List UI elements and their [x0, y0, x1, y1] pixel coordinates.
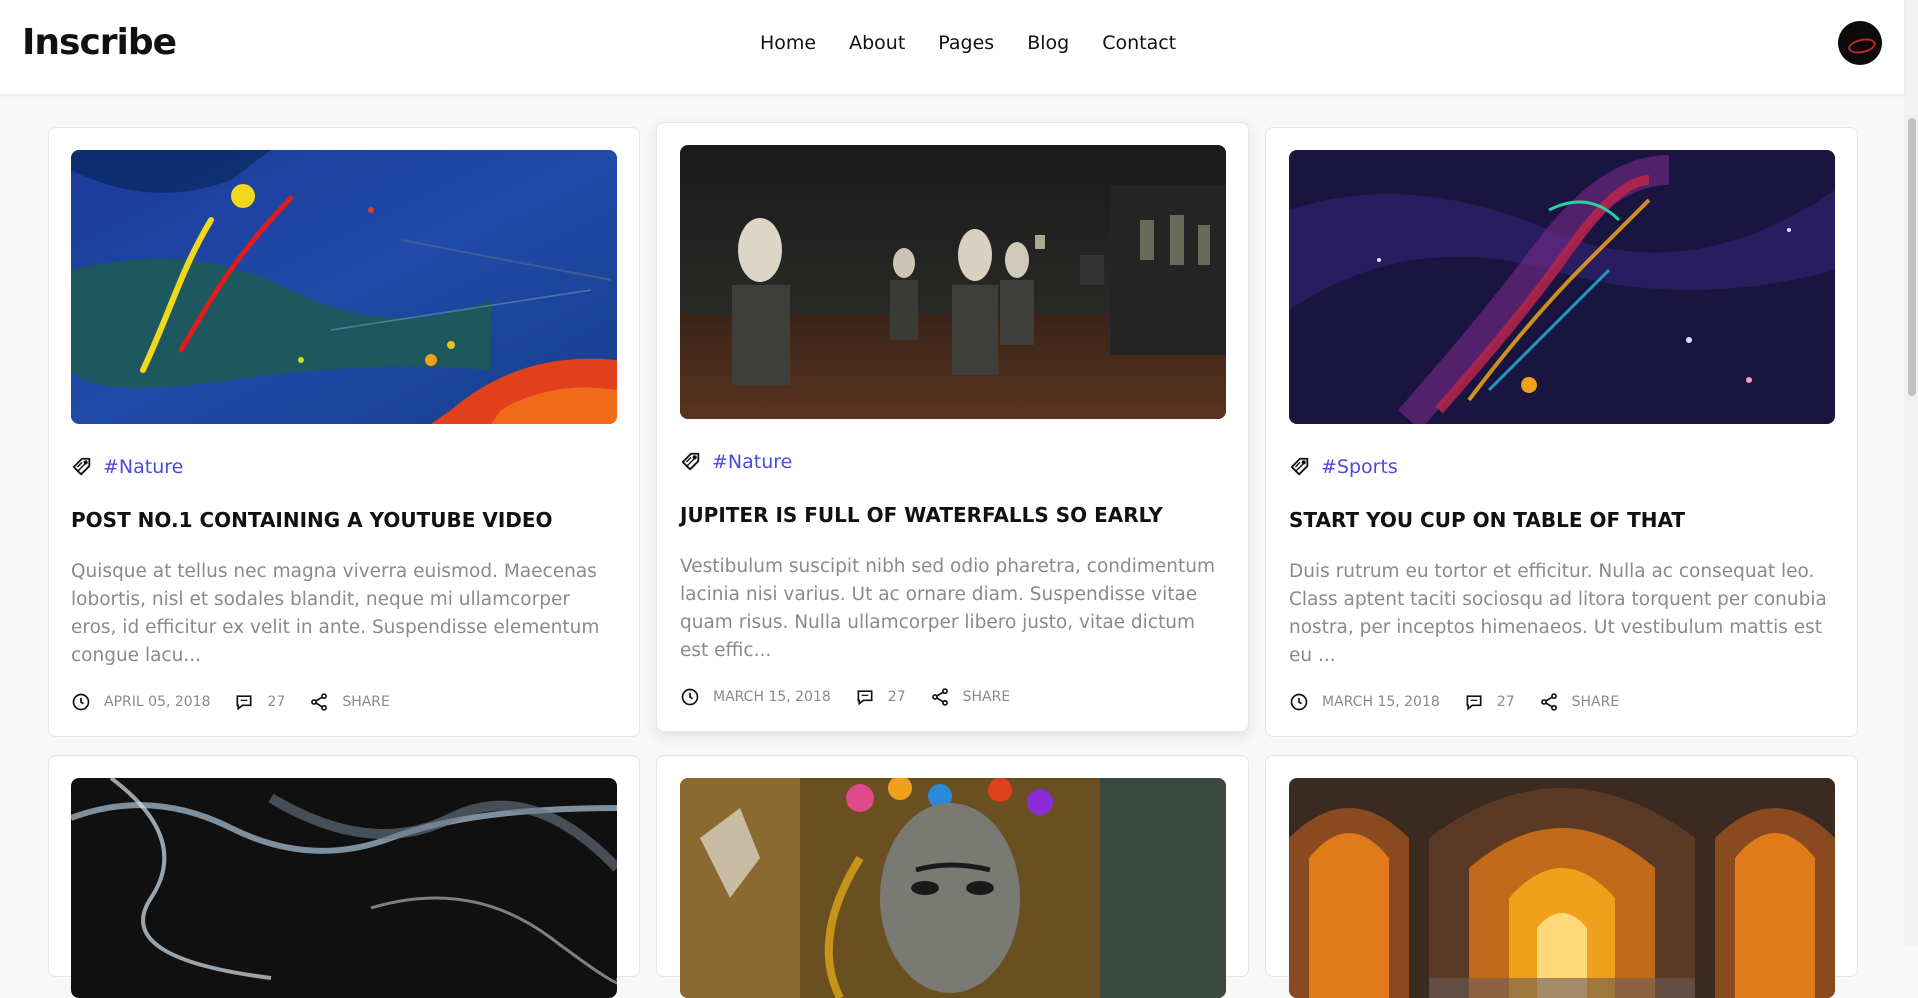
- nav-contact[interactable]: Contact: [1102, 32, 1176, 54]
- post-tag[interactable]: #Nature: [712, 451, 792, 473]
- comment-icon: [857, 690, 873, 706]
- tag-icon: [681, 452, 700, 471]
- post-image[interactable]: [680, 145, 1226, 419]
- share-icon: [311, 693, 328, 711]
- nav-pages[interactable]: Pages: [938, 32, 994, 54]
- post-image[interactable]: [1289, 150, 1835, 424]
- share-link[interactable]: SHARE: [963, 689, 1011, 705]
- post-card: [48, 755, 640, 998]
- tag-icon: [72, 457, 91, 476]
- post-tag[interactable]: #Sports: [1321, 456, 1398, 478]
- nav-about[interactable]: About: [849, 32, 905, 54]
- post-excerpt: Quisque at tellus nec magna viverra euis…: [71, 561, 600, 666]
- post-excerpt: Duis rutrum eu tortor et efficitur. Null…: [1289, 561, 1827, 666]
- clock-icon: [1290, 693, 1308, 711]
- post-image[interactable]: [71, 778, 617, 998]
- comment-count[interactable]: 27: [888, 689, 906, 705]
- nav-home[interactable]: Home: [760, 32, 816, 54]
- post-date: MARCH 15, 2018: [1322, 694, 1440, 710]
- post-date: MARCH 15, 2018: [713, 689, 831, 705]
- main-nav: Home About Pages Blog Contact: [760, 32, 1209, 54]
- post-title[interactable]: START YOU CUP ON TABLE OF THAT: [1289, 508, 1685, 532]
- site-logo[interactable]: Inscribe: [22, 22, 177, 63]
- post-title[interactable]: JUPITER IS FULL OF WATERFALLS SO EARLY: [680, 503, 1163, 527]
- post-card: #Nature POST NO.1 CONTAINING A YOUTUBE V…: [48, 127, 640, 737]
- comment-count[interactable]: 27: [1497, 694, 1515, 710]
- share-icon: [1540, 693, 1557, 711]
- site-header: Inscribe Home About Pages Blog Contact: [0, 0, 1904, 94]
- clock-icon: [681, 688, 699, 706]
- tag-icon: [1290, 457, 1309, 476]
- post-card: [1265, 755, 1858, 998]
- post-date: APRIL 05, 2018: [104, 694, 211, 710]
- user-avatar[interactable]: [1838, 21, 1882, 65]
- post-card: #Nature JUPITER IS FULL OF WATERFALLS SO…: [656, 122, 1249, 732]
- post-card: #Sports START YOU CUP ON TABLE OF THAT D…: [1265, 127, 1858, 737]
- post-image[interactable]: [680, 778, 1226, 998]
- share-icon: [931, 688, 948, 706]
- comment-count[interactable]: 27: [267, 694, 285, 710]
- post-image[interactable]: [71, 150, 617, 424]
- share-link[interactable]: SHARE: [1572, 694, 1620, 710]
- post-tag[interactable]: #Nature: [103, 456, 183, 478]
- share-link[interactable]: SHARE: [342, 694, 390, 710]
- post-title[interactable]: POST NO.1 CONTAINING A YOUTUBE VIDEO: [71, 508, 553, 532]
- post-card: [656, 755, 1249, 998]
- comment-icon: [236, 695, 252, 711]
- comment-icon: [1466, 695, 1482, 711]
- post-excerpt: Vestibulum suscipit nibh sed odio pharet…: [680, 556, 1216, 661]
- scrollbar-thumb[interactable]: [1908, 118, 1916, 396]
- nav-blog[interactable]: Blog: [1027, 32, 1069, 54]
- post-image[interactable]: [1289, 778, 1835, 998]
- clock-icon: [72, 693, 90, 711]
